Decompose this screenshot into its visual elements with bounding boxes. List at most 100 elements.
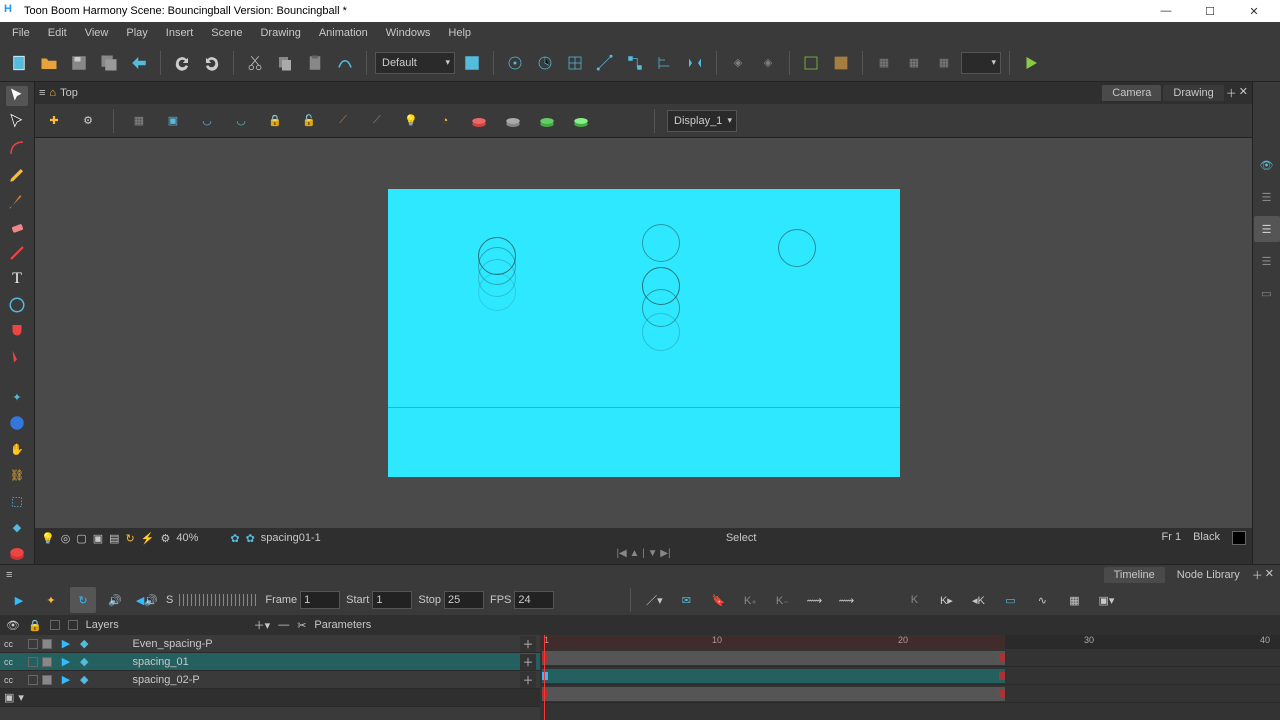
- layer-add-0[interactable]: ＋: [520, 636, 536, 652]
- save-icon[interactable]: [66, 50, 92, 76]
- add-layer-icon[interactable]: ✚: [41, 108, 67, 134]
- transform-tool-icon[interactable]: [6, 112, 28, 132]
- text-tool-icon[interactable]: T: [6, 269, 28, 289]
- layer-add-1[interactable]: ＋: [520, 654, 536, 670]
- lock-icon[interactable]: 🔒: [262, 108, 288, 134]
- track-2[interactable]: [540, 685, 1280, 703]
- gear2-status-icon[interactable]: ⚙: [160, 532, 170, 545]
- nav-arrows[interactable]: |◀ ▲ | ▼ ▶|: [35, 548, 1252, 564]
- layer-row-0[interactable]: cc ▶ ◆ Even_spacing-P ＋: [0, 635, 540, 653]
- deform-icon[interactable]: ◈: [725, 50, 751, 76]
- grid3-icon[interactable]: ▦: [931, 50, 957, 76]
- disc2-icon[interactable]: [500, 108, 526, 134]
- box-status-icon[interactable]: ▢: [76, 532, 86, 545]
- redo-icon[interactable]: [199, 50, 225, 76]
- gear4-status-icon[interactable]: ✿: [246, 532, 255, 545]
- snap-align-icon[interactable]: [652, 50, 678, 76]
- menu-scene[interactable]: Scene: [203, 25, 250, 41]
- close-view-icon[interactable]: ✕: [1239, 85, 1248, 101]
- view-menu-icon[interactable]: ≡: [39, 87, 45, 99]
- ease-curve-icon[interactable]: ∿: [1029, 587, 1055, 613]
- sound-button[interactable]: 🔊: [102, 587, 128, 613]
- jog-slider[interactable]: [179, 594, 259, 606]
- refresh-status-icon[interactable]: ↻: [126, 532, 135, 545]
- extra-select[interactable]: [961, 52, 1001, 74]
- ellipse-tool-icon[interactable]: [6, 295, 28, 315]
- motion-icon[interactable]: ⟿: [801, 587, 827, 613]
- menu-view[interactable]: View: [77, 25, 117, 41]
- node-library-tab[interactable]: Node Library: [1167, 567, 1250, 583]
- underlay-icon[interactable]: ▭: [1254, 280, 1280, 306]
- bulb-status-icon[interactable]: 💡: [41, 532, 55, 545]
- timeline-ruler[interactable]: 1 10 20 30 40: [540, 635, 1280, 649]
- drawing-tab[interactable]: Drawing: [1163, 85, 1223, 101]
- select-tool-icon[interactable]: [6, 86, 28, 106]
- layers-stack-icon[interactable]: ☰: [1254, 184, 1280, 210]
- cut-icon[interactable]: [242, 50, 268, 76]
- bulb-icon[interactable]: 💡: [398, 108, 424, 134]
- open-icon[interactable]: [36, 50, 62, 76]
- loop-button[interactable]: ✦: [38, 587, 64, 613]
- save-all-icon[interactable]: [96, 50, 122, 76]
- paste-icon[interactable]: [302, 50, 328, 76]
- ik-tool-icon[interactable]: ⛓: [6, 466, 28, 486]
- snap-contour-icon[interactable]: [592, 50, 618, 76]
- render-icon[interactable]: [1018, 50, 1044, 76]
- rotate-view-icon[interactable]: ◆: [6, 518, 28, 538]
- bolt-status-icon[interactable]: ⚡: [141, 532, 155, 545]
- minimize-button[interactable]: —: [1144, 0, 1188, 22]
- frame-input[interactable]: [300, 591, 340, 609]
- disc1-icon[interactable]: [466, 108, 492, 134]
- kf-prev-icon[interactable]: ◂K: [965, 587, 991, 613]
- playhead[interactable]: [544, 635, 545, 720]
- close-button[interactable]: ✕: [1232, 0, 1276, 22]
- kf-icon[interactable]: K: [901, 587, 927, 613]
- add-layer-header-icon[interactable]: ＋▾: [254, 617, 271, 633]
- snap-rotate-icon[interactable]: [532, 50, 558, 76]
- kf-next-icon[interactable]: K▸: [933, 587, 959, 613]
- track-1[interactable]: [540, 667, 1280, 685]
- grid-icon[interactable]: ▦: [126, 108, 152, 134]
- layers-stack-active-icon[interactable]: ☰: [1254, 216, 1280, 242]
- solo-header[interactable]: [50, 620, 60, 630]
- timeline-tab[interactable]: Timeline: [1104, 567, 1165, 583]
- view-eye-icon[interactable]: 👁: [1254, 152, 1280, 178]
- pivot-tool-icon[interactable]: ✦: [6, 387, 28, 407]
- matte-status-icon[interactable]: ▤: [109, 532, 119, 545]
- create-cycle-icon[interactable]: ▣▾: [1093, 587, 1119, 613]
- workspace-select[interactable]: Default: [375, 52, 455, 74]
- play-button[interactable]: ▶: [6, 587, 32, 613]
- start-input[interactable]: [372, 591, 412, 609]
- snap-grid-icon[interactable]: [562, 50, 588, 76]
- pencil-tool-icon[interactable]: [6, 164, 28, 184]
- lock-header-icon[interactable]: 🔒: [28, 619, 42, 632]
- deform2-icon[interactable]: ◈: [755, 50, 781, 76]
- menu-windows[interactable]: Windows: [378, 25, 439, 41]
- morph-tool-icon[interactable]: [6, 413, 28, 433]
- refresh-button[interactable]: ↻: [70, 587, 96, 613]
- snap-center-icon[interactable]: [502, 50, 528, 76]
- undo-icon[interactable]: [169, 50, 195, 76]
- gear-icon[interactable]: ⚙: [75, 108, 101, 134]
- camera-tab[interactable]: Camera: [1102, 85, 1161, 101]
- menu-play[interactable]: Play: [118, 25, 155, 41]
- kf-add-icon[interactable]: K₊: [737, 587, 763, 613]
- layer-add-2[interactable]: ＋: [520, 672, 536, 688]
- layer-row-2[interactable]: cc ▶ ◆ spacing_02-P ＋: [0, 671, 540, 689]
- disc4-icon[interactable]: [568, 108, 594, 134]
- unlock-icon[interactable]: 🔓: [296, 108, 322, 134]
- cam-kf-icon[interactable]: ▭: [997, 587, 1023, 613]
- menu-animation[interactable]: Animation: [311, 25, 376, 41]
- workspace-manager-icon[interactable]: [459, 50, 485, 76]
- menu-file[interactable]: File: [4, 25, 38, 41]
- fx-header-icon[interactable]: ✂: [297, 619, 306, 632]
- eraser-tool-icon[interactable]: [6, 217, 28, 237]
- disc3-icon[interactable]: [534, 108, 560, 134]
- tl-menu-icon[interactable]: ≡: [6, 569, 12, 581]
- collapse-icon[interactable]: ▣: [4, 691, 14, 704]
- onion-prev-icon[interactable]: ◡: [194, 108, 220, 134]
- contour-tool-icon[interactable]: [6, 138, 28, 158]
- new-icon[interactable]: [6, 50, 32, 76]
- show-bbox-icon[interactable]: [828, 50, 854, 76]
- zoom-tool-icon[interactable]: [6, 492, 28, 512]
